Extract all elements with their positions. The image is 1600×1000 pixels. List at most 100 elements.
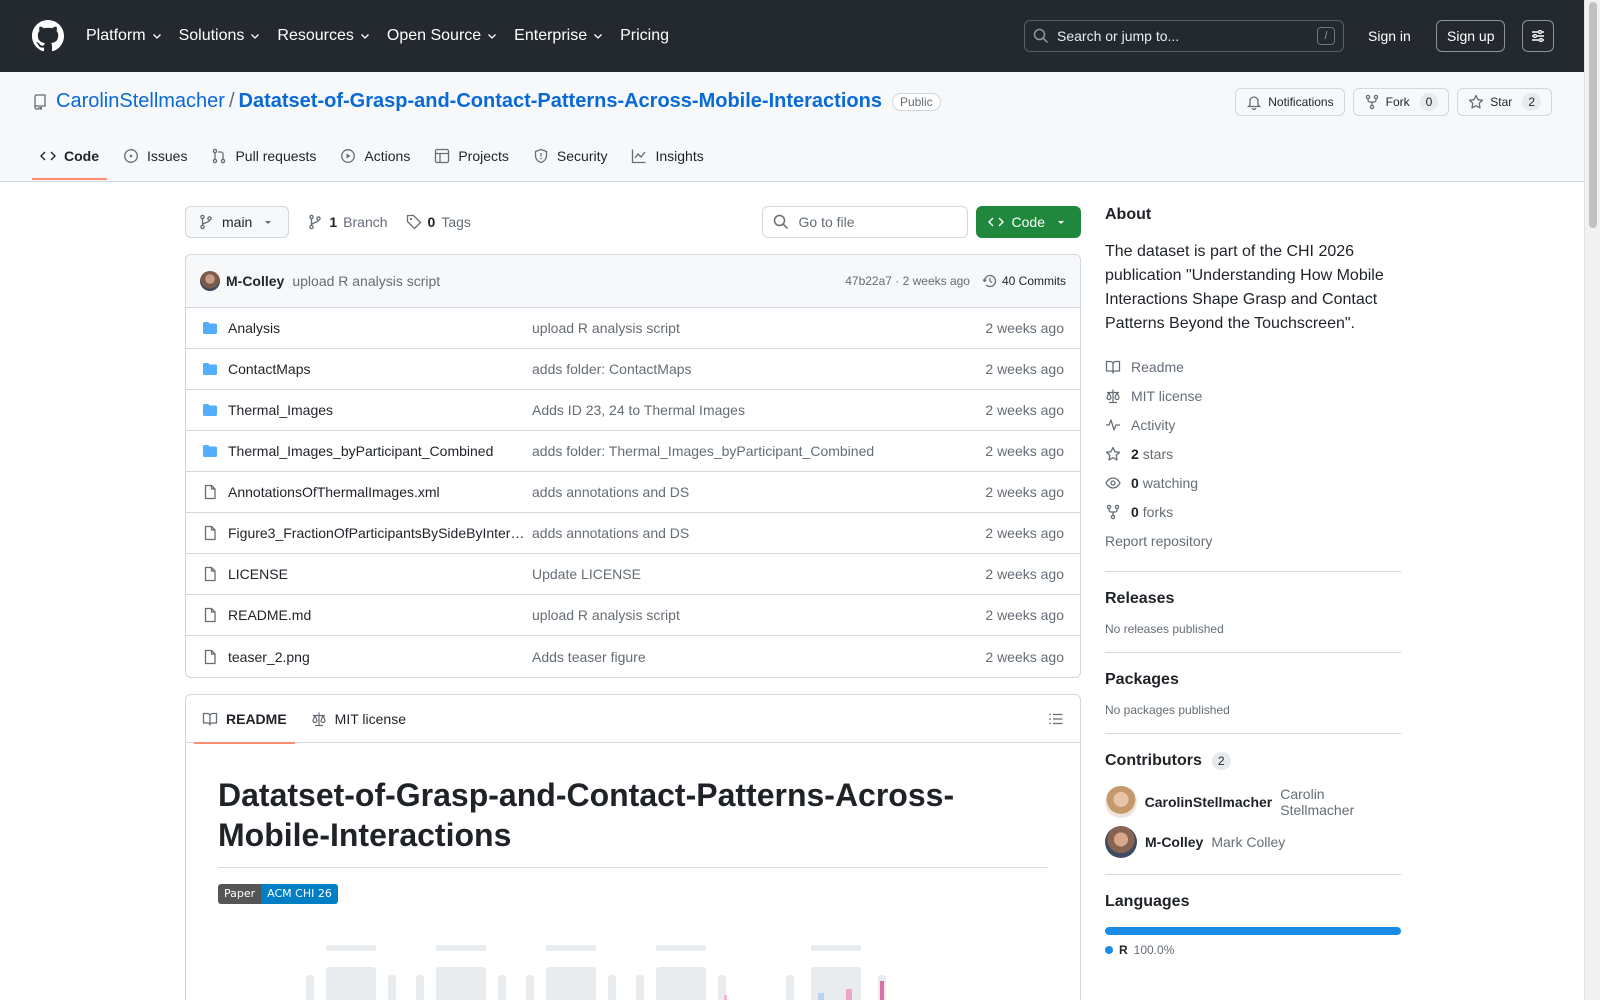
star-icon	[1105, 446, 1121, 461]
packages-section: Packages No packages published	[1105, 652, 1401, 717]
file-commit-message[interactable]: upload R analysis script	[532, 320, 985, 336]
scrollbar-thumb[interactable]	[1589, 2, 1597, 228]
file-name-link[interactable]: Thermal_Images	[202, 402, 532, 418]
tab-issues[interactable]: Issues	[115, 132, 195, 180]
watching-link[interactable]: 0 watching	[1105, 468, 1401, 497]
header-menu-button[interactable]	[1522, 20, 1554, 52]
nav-open-source[interactable]: Open Source	[387, 20, 498, 52]
activity-link[interactable]: Activity	[1105, 410, 1401, 439]
file-commit-message[interactable]: adds folder: Thermal_Images_byParticipan…	[532, 443, 985, 459]
readme-link-label: Readme	[1131, 358, 1184, 375]
file-icon	[204, 649, 216, 664]
file-name-link[interactable]: ContactMaps	[202, 361, 532, 377]
branch-selector[interactable]: main	[185, 206, 290, 238]
file-row[interactable]: Thermal_Images Adds ID 23, 24 to Thermal …	[186, 390, 1080, 431]
file-row[interactable]: README.md upload R analysis script 2 weeks…	[186, 595, 1080, 636]
contributor-item[interactable]: CarolinStellmacher Carolin Stellmacher	[1105, 786, 1401, 818]
file-name-link[interactable]: teaser_2.png	[202, 649, 532, 665]
global-search-input[interactable]: Search or jump to... /	[1024, 20, 1344, 52]
file-row[interactable]: Analysis upload R analysis script 2 weeks …	[186, 308, 1080, 349]
file-name-link[interactable]: Analysis	[202, 320, 532, 336]
file-name-link[interactable]: README.md	[202, 607, 532, 623]
outline-list-icon[interactable]	[1048, 711, 1064, 727]
license-link[interactable]: MIT license	[1105, 381, 1401, 410]
tab-security[interactable]: Security	[525, 132, 616, 180]
file-commit-message[interactable]: Adds ID 23, 24 to Thermal Images	[532, 402, 985, 418]
releases-heading[interactable]: Releases	[1105, 590, 1401, 608]
nav-platform[interactable]: Platform	[86, 20, 163, 52]
readme-tabs: README MIT license	[186, 695, 1080, 744]
paper-badge[interactable]: Paper ACM CHI 26	[218, 884, 338, 904]
nav-solutions[interactable]: Solutions	[179, 20, 262, 52]
repo-header: CarolinStellmacher / Datatset-of-Grasp-a…	[0, 72, 1584, 182]
file-name-link[interactable]: AnnotationsOfThermalImages.xml	[202, 484, 532, 500]
contributor-item[interactable]: M-Colley Mark Colley	[1105, 826, 1401, 858]
table-icon	[435, 148, 450, 164]
folder-icon	[203, 363, 217, 375]
repo-name-link[interactable]: Datatset-of-Grasp-and-Contact-Patterns-A…	[239, 90, 882, 113]
file-row[interactable]: Thermal_Images_byParticipant_Combined add…	[186, 431, 1080, 472]
file-row[interactable]: teaser_2.png Adds teaser figure 2 weeks ag…	[186, 636, 1080, 677]
packages-heading[interactable]: Packages	[1105, 671, 1401, 689]
nav-enterprise[interactable]: Enterprise	[514, 20, 604, 52]
tab-insights[interactable]: Insights	[623, 132, 711, 180]
tab-actions[interactable]: Actions	[332, 132, 418, 180]
tags-link[interactable]: 0 Tags	[406, 214, 471, 230]
tab-license[interactable]: MIT license	[303, 695, 414, 743]
commit-author-link[interactable]: M-Colley	[226, 273, 284, 289]
file-row[interactable]: ContactMaps adds folder: ContactMaps 2 wee…	[186, 349, 1080, 390]
sign-in-link[interactable]: Sign in	[1368, 20, 1411, 52]
file-name: Analysis	[228, 320, 281, 336]
page-scrollbar[interactable]	[1584, 0, 1600, 1000]
file-row[interactable]: LICENSE Update LICENSE 2 weeks ago	[186, 554, 1080, 595]
file-row[interactable]: Figure3_FractionOfParticipantsBySideByIn…	[186, 513, 1080, 554]
report-repository-link[interactable]: Report repository	[1105, 526, 1401, 555]
commit-hash-time[interactable]: 47b22a7 · 2 weeks ago	[845, 274, 970, 288]
book-icon	[1105, 360, 1121, 374]
tab-projects[interactable]: Projects	[426, 132, 517, 180]
file-row[interactable]: AnnotationsOfThermalImages.xml adds annot…	[186, 472, 1080, 513]
file-commit-message[interactable]: upload R analysis script	[532, 607, 985, 623]
file-commit-message[interactable]: adds annotations and DS	[532, 525, 985, 541]
tab-readme[interactable]: README	[194, 695, 295, 744]
file-icon	[204, 525, 216, 541]
file-commit-date: 2 weeks ago	[985, 361, 1064, 377]
commits-history-link[interactable]: 40 Commits	[982, 273, 1066, 289]
nav-label: Solutions	[178, 27, 245, 44]
repo-owner-link[interactable]: CarolinStellmacher	[56, 90, 225, 113]
file-name-link[interactable]: LICENSE	[202, 566, 532, 582]
star-button[interactable]: Star 2	[1457, 88, 1552, 116]
branches-link[interactable]: 1 Branch	[307, 214, 388, 230]
commit-message-link[interactable]: upload R analysis script	[292, 273, 440, 289]
github-logo-icon[interactable]	[32, 20, 64, 52]
nav-resources[interactable]: Resources	[277, 20, 370, 52]
file-icon	[204, 566, 216, 582]
notifications-button[interactable]: Notifications	[1235, 88, 1345, 116]
fork-button[interactable]: Fork 0	[1352, 88, 1450, 116]
stars-link[interactable]: 2 stars	[1105, 439, 1401, 468]
code-dropdown-button[interactable]: Code	[975, 206, 1081, 238]
file-commit-message[interactable]: Update LICENSE	[532, 566, 985, 582]
language-item[interactable]: R 100.0%	[1105, 943, 1401, 957]
star-count: 2	[1522, 93, 1541, 111]
sign-up-button[interactable]: Sign up	[1436, 20, 1506, 52]
chevron-down-icon	[594, 34, 603, 39]
file-name: ContactMaps	[228, 361, 311, 377]
file-name-link[interactable]: Figure3_FractionOfParticipantsBySideByIn…	[202, 525, 532, 541]
readme-link[interactable]: Readme	[1105, 352, 1401, 381]
file-icon	[204, 484, 216, 500]
avatar[interactable]	[200, 271, 220, 291]
forks-link[interactable]: 0 forks	[1105, 497, 1401, 526]
file-commit-message[interactable]: adds folder: ContactMaps	[532, 361, 985, 377]
chevron-down-icon	[360, 34, 369, 39]
go-to-file-input[interactable]: Go to file	[761, 206, 968, 238]
file-commit-message[interactable]: adds annotations and DS	[532, 484, 985, 500]
file-commit-message[interactable]: Adds teaser figure	[532, 649, 985, 665]
nav-pricing[interactable]: Pricing	[620, 20, 669, 52]
branch-icon	[200, 214, 212, 230]
tab-pull-requests[interactable]: Pull requests	[203, 132, 324, 180]
readme-tab-label: README	[226, 710, 287, 727]
contributors-heading[interactable]: Contributors 2	[1105, 752, 1401, 770]
tab-code[interactable]: Code	[32, 132, 107, 180]
file-name-link[interactable]: Thermal_Images_byParticipant_Combined	[202, 443, 532, 459]
